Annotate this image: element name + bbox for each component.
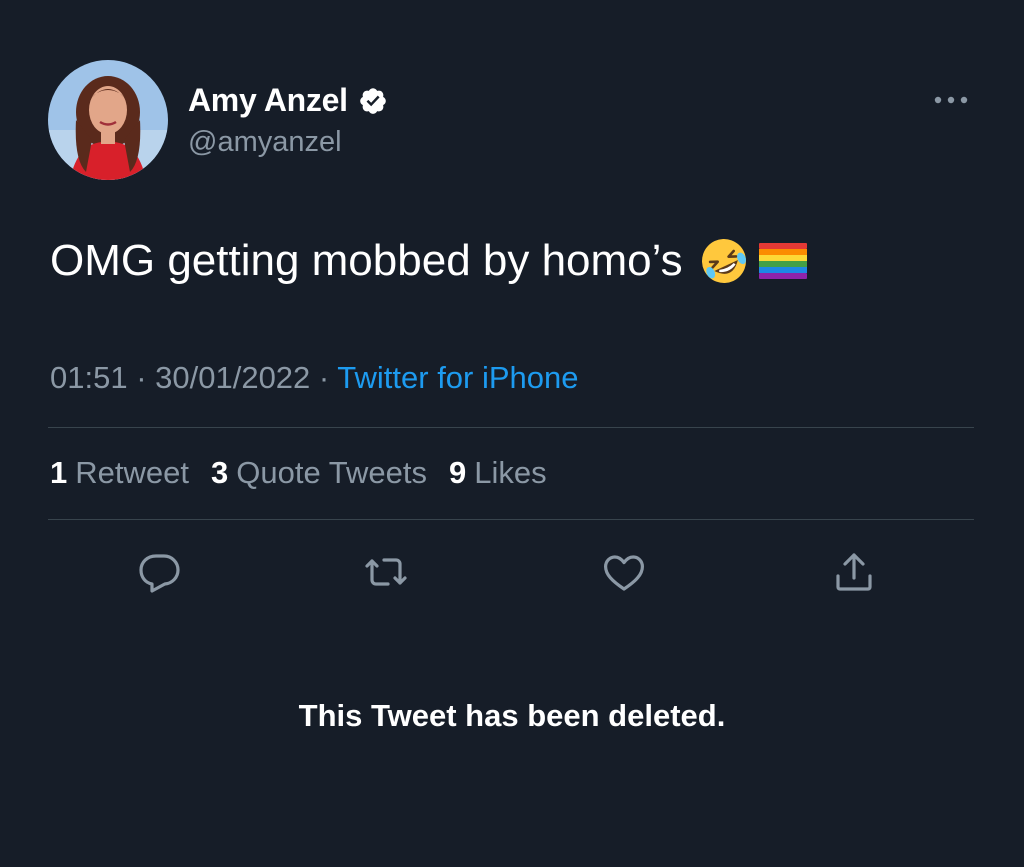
tweet-emojis <box>699 236 807 286</box>
like-button[interactable] <box>600 548 648 596</box>
reply-icon <box>139 554 180 593</box>
likes-label: Likes <box>474 455 547 490</box>
author-name-row[interactable]: Amy Anzel <box>188 82 388 119</box>
retweet-icon <box>365 558 407 586</box>
like-icon <box>604 555 644 591</box>
share-icon <box>836 553 872 591</box>
tweet-body: OMG getting mobbed by homo’s <box>50 236 807 286</box>
verified-badge-icon <box>358 86 388 116</box>
tweet-stats: 1 Retweet 3 Quote Tweets 9 Likes <box>50 455 547 491</box>
reply-button[interactable] <box>136 548 184 596</box>
tweet-text: OMG getting mobbed by homo’s <box>50 236 683 285</box>
share-button[interactable] <box>830 548 878 596</box>
avatar-image <box>48 60 168 180</box>
retweets-count: 1 <box>50 455 68 490</box>
quote-tweets-label: Quote Tweets <box>236 455 427 490</box>
divider <box>48 519 974 520</box>
tweet-source-link[interactable]: Twitter for iPhone <box>337 360 578 395</box>
retweets-stat[interactable]: 1 Retweet <box>50 455 189 491</box>
retweets-label: Retweet <box>75 455 189 490</box>
deleted-notice: This Tweet has been deleted. <box>298 698 726 733</box>
rolling-on-floor-laughing-emoji <box>701 239 746 283</box>
divider <box>48 427 974 428</box>
tweet-date[interactable]: 30/01/2022 <box>155 360 310 395</box>
likes-count: 9 <box>448 455 467 490</box>
likes-stat[interactable]: 9 Likes <box>449 455 547 491</box>
tweet-time[interactable]: 01:51 <box>50 360 128 395</box>
more-options-icon[interactable] <box>932 90 972 110</box>
display-name[interactable]: Amy Anzel <box>188 82 348 119</box>
rainbow-flag-emoji <box>758 243 807 279</box>
tweet-page: Amy Anzel @amyanzel OMG getting mobbed b… <box>0 0 1024 867</box>
author-handle[interactable]: @amyanzel <box>188 126 342 159</box>
meta-separator: · <box>310 360 338 395</box>
avatar[interactable] <box>48 60 168 180</box>
meta-separator: · <box>127 360 156 395</box>
tweet-meta: 01:51 · 30/01/2022 · Twitter for iPhone <box>50 360 579 396</box>
retweet-button[interactable] <box>362 548 410 596</box>
quote-tweets-count: 3 <box>210 455 229 490</box>
quote-tweets-stat[interactable]: 3 Quote Tweets <box>211 455 427 491</box>
